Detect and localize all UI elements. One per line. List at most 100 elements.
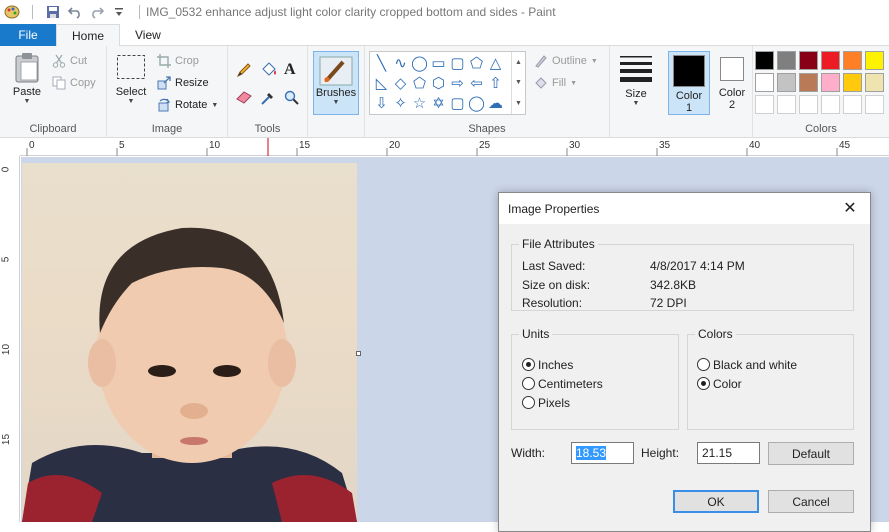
color-swatch[interactable] [799, 51, 818, 70]
line-shape-icon[interactable]: ╲ [372, 53, 391, 72]
inches-label[interactable]: Inches [538, 358, 573, 372]
outline-button[interactable]: Outline ▼ [534, 54, 598, 68]
expand-gallery-icon[interactable]: ▼ [515, 100, 522, 107]
rotate-button[interactable]: Rotate ▼ [157, 98, 218, 112]
chevron-down-icon: ▼ [590, 57, 598, 65]
fill-button[interactable]: Fill ▼ [534, 76, 577, 90]
rounded-callout-shape-icon[interactable]: ▢ [448, 93, 467, 112]
color-radio[interactable] [697, 377, 710, 390]
crop-button[interactable]: Crop [157, 54, 199, 68]
oval-shape-icon[interactable]: ◯ [410, 53, 429, 72]
rectangle-shape-icon[interactable]: ▭ [429, 53, 448, 72]
chevron-up-icon[interactable]: ▲ [515, 59, 522, 66]
color-label[interactable]: Color [713, 377, 742, 391]
pentagon-shape-icon[interactable]: ⬠ [410, 73, 429, 92]
color-swatch[interactable] [777, 73, 796, 92]
color-swatch[interactable] [843, 51, 862, 70]
left-arrow-shape-icon[interactable]: ⇦ [467, 73, 486, 92]
horizontal-ruler: 0 5 10 15 20 25 30 35 40 45 [0, 138, 889, 156]
diamond-shape-icon[interactable]: ◇ [391, 73, 410, 92]
down-arrow-shape-icon[interactable]: ⇩ [372, 93, 391, 112]
color1-button[interactable]: Color 1 [668, 51, 710, 115]
tab-file[interactable]: File [0, 24, 56, 46]
four-point-star-shape-icon[interactable]: ✧ [391, 93, 410, 112]
centimeters-radio[interactable] [522, 377, 535, 390]
color-swatch[interactable] [821, 73, 840, 92]
color-swatch[interactable] [755, 51, 774, 70]
pixels-label[interactable]: Pixels [538, 396, 570, 410]
fill-bucket-icon[interactable] [260, 62, 278, 78]
color-swatch[interactable] [843, 73, 862, 92]
color-swatch[interactable] [755, 95, 774, 114]
hexagon-shape-icon[interactable]: ⬡ [429, 73, 448, 92]
color-swatch[interactable] [843, 95, 862, 114]
color-swatch[interactable] [865, 51, 884, 70]
inches-radio[interactable] [522, 358, 535, 371]
copy-button[interactable]: Copy [52, 76, 96, 90]
size-button[interactable]: Size ▼ [616, 54, 656, 107]
up-arrow-shape-icon[interactable]: ⇧ [486, 73, 505, 92]
undo-icon[interactable] [67, 4, 83, 20]
default-button[interactable]: Default [768, 442, 854, 465]
cut-button[interactable]: Cut [52, 54, 87, 68]
color-swatch[interactable] [821, 95, 840, 114]
canvas-image[interactable] [22, 163, 357, 522]
select-button[interactable]: Select ▼ [113, 54, 149, 105]
tab-home[interactable]: Home [56, 24, 121, 47]
color-swatch[interactable] [755, 73, 774, 92]
height-input[interactable]: 21.15 [697, 442, 760, 464]
color-swatch[interactable] [777, 51, 796, 70]
pencil-icon[interactable] [236, 62, 252, 78]
resize-button[interactable]: Resize [157, 76, 209, 90]
color-swatch[interactable] [799, 95, 818, 114]
redo-icon[interactable] [89, 4, 105, 20]
ruler-tick-label: 25 [479, 140, 491, 151]
image-group: Select ▼ Crop Resize Rotate ▼ Image [107, 46, 228, 138]
oval-callout-shape-icon[interactable]: ◯ [467, 93, 486, 112]
five-point-star-shape-icon[interactable]: ☆ [410, 93, 429, 112]
ruler-tick-label: 45 [839, 140, 851, 151]
color-picker-icon[interactable] [260, 90, 276, 106]
close-icon[interactable]: ✕ [840, 198, 860, 218]
canvas-resize-handle[interactable] [356, 351, 361, 356]
curve-shape-icon[interactable]: ∿ [391, 53, 410, 72]
tools-group: A Tools [228, 46, 308, 138]
color2-button[interactable]: Color 2 [712, 54, 752, 111]
color-swatch[interactable] [865, 95, 884, 114]
text-tool-icon[interactable]: A [284, 61, 296, 79]
width-input[interactable]: 18.53 [571, 442, 634, 464]
cloud-callout-shape-icon[interactable]: ☁ [486, 93, 505, 112]
brushes-button[interactable]: Brushes ▼ [313, 51, 359, 115]
chevron-down-icon: ▼ [127, 98, 135, 105]
eraser-icon[interactable] [236, 90, 252, 104]
centimeters-label[interactable]: Centimeters [538, 377, 603, 391]
customize-icon[interactable] [111, 4, 127, 20]
black-and-white-label[interactable]: Black and white [713, 358, 797, 372]
shapes-scrollbar[interactable]: ▲ ▼ ▼ [511, 52, 525, 114]
file-attributes-legend: File Attributes [519, 237, 598, 251]
magnifier-icon[interactable] [284, 90, 300, 106]
triangle-shape-icon[interactable]: △ [486, 53, 505, 72]
color-swatch[interactable] [799, 73, 818, 92]
ok-button[interactable]: OK [673, 490, 759, 513]
paint-app-icon[interactable] [4, 4, 20, 20]
color-swatch[interactable] [865, 73, 884, 92]
color-swatch[interactable] [821, 51, 840, 70]
color-swatch[interactable] [777, 95, 796, 114]
polygon-shape-icon[interactable]: ⬠ [467, 53, 486, 72]
six-point-star-shape-icon[interactable]: ✡ [429, 93, 448, 112]
save-icon[interactable] [45, 4, 61, 20]
rounded-rectangle-shape-icon[interactable]: ▢ [448, 53, 467, 72]
ruler-tick-label: 0 [29, 140, 35, 151]
cancel-button[interactable]: Cancel [768, 490, 854, 513]
pixels-radio[interactable] [522, 396, 535, 409]
tab-view[interactable]: View [120, 24, 176, 46]
resolution-value: 72 DPI [650, 296, 687, 310]
brushes-label: Brushes [315, 87, 357, 99]
right-triangle-shape-icon[interactable]: ◺ [372, 73, 391, 92]
color1-swatch [673, 55, 705, 87]
chevron-down-icon[interactable]: ▼ [515, 79, 522, 86]
black-and-white-radio[interactable] [697, 358, 710, 371]
right-arrow-shape-icon[interactable]: ⇨ [448, 73, 467, 92]
paste-button[interactable]: Paste ▼ [8, 52, 46, 105]
